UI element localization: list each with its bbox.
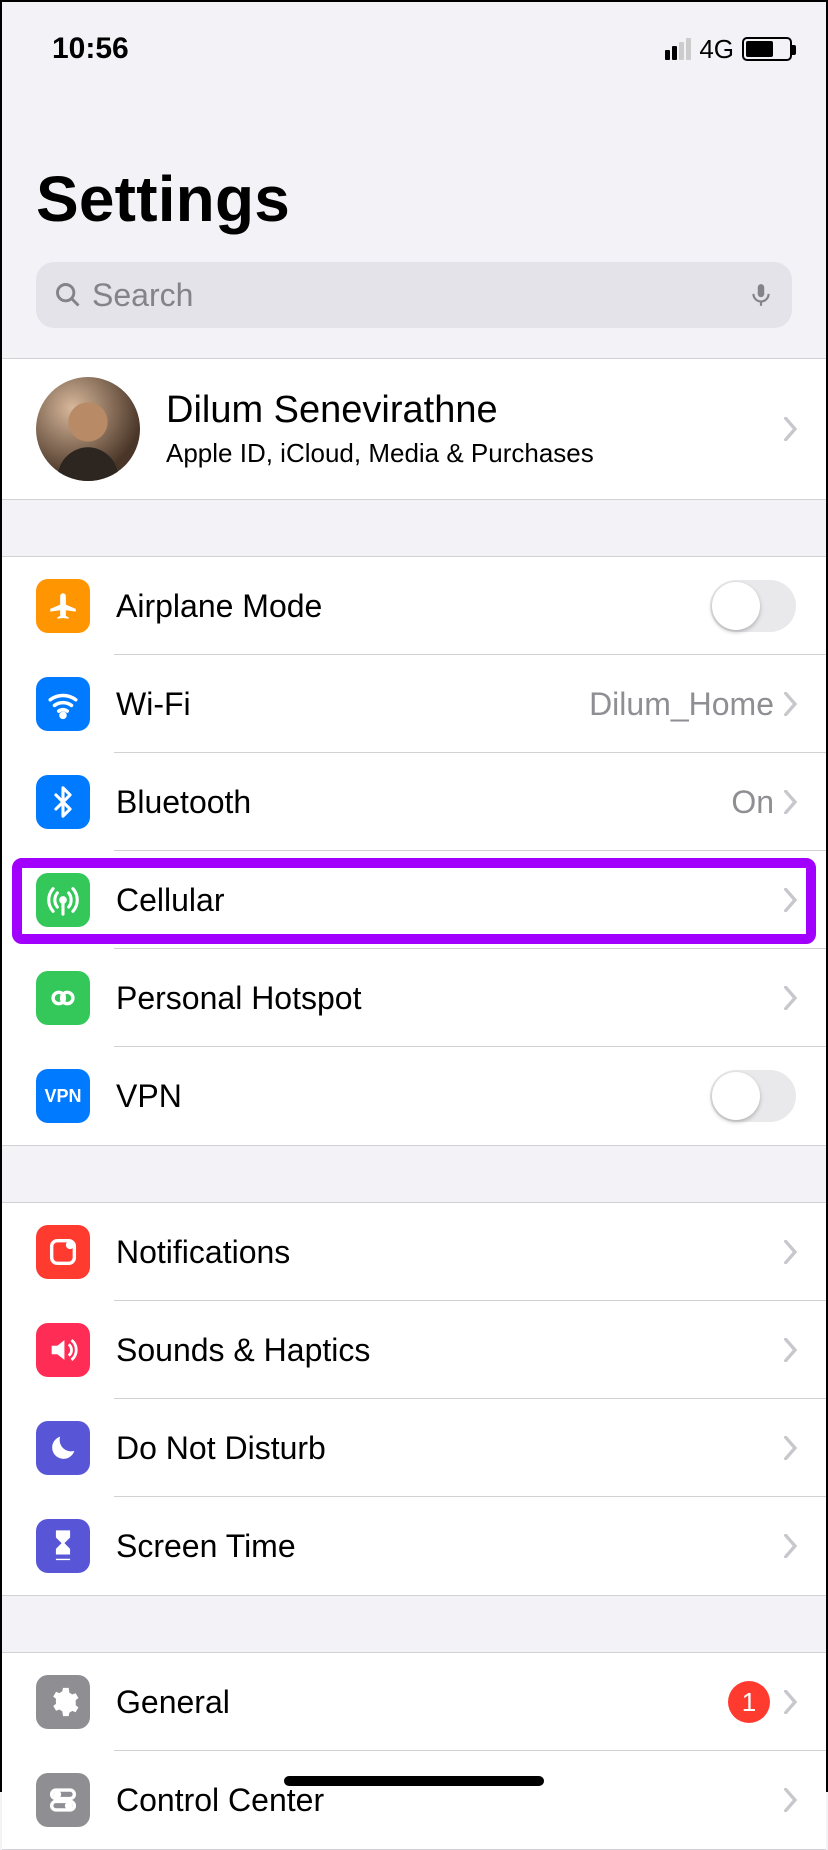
control-center-icon	[36, 1773, 90, 1827]
hourglass-icon	[36, 1519, 90, 1573]
bluetooth-icon	[36, 775, 90, 829]
row-general[interactable]: General 1	[2, 1653, 826, 1751]
status-time: 10:56	[52, 32, 129, 66]
profile-name: Dilum Senevirathne	[166, 389, 784, 432]
row-label: General	[116, 1684, 728, 1721]
search-icon	[54, 281, 82, 309]
row-bluetooth[interactable]: Bluetooth On	[2, 753, 826, 851]
row-label: Control Center	[116, 1782, 784, 1819]
wifi-icon	[36, 677, 90, 731]
airplane-icon	[36, 579, 90, 633]
dictate-icon[interactable]	[748, 282, 774, 308]
row-label: Bluetooth	[116, 784, 731, 821]
airplane-toggle[interactable]	[710, 580, 796, 632]
chevron-right-icon	[784, 1690, 798, 1714]
row-vpn[interactable]: VPN VPN	[2, 1047, 826, 1145]
hotspot-icon	[36, 971, 90, 1025]
battery-icon	[742, 37, 792, 61]
alerts-group: Notifications Sounds & Haptics Do Not Di…	[2, 1202, 826, 1596]
row-do-not-disturb[interactable]: Do Not Disturb	[2, 1399, 826, 1497]
connectivity-group: Airplane Mode Wi-Fi Dilum_Home Bluetooth…	[2, 556, 826, 1146]
vpn-icon-text: VPN	[44, 1086, 81, 1107]
profile-row[interactable]: Dilum Senevirathne Apple ID, iCloud, Med…	[2, 359, 826, 499]
search-placeholder: Search	[92, 277, 193, 314]
chevron-right-icon	[784, 1436, 798, 1460]
row-cellular[interactable]: Cellular	[2, 851, 826, 949]
row-label: Screen Time	[116, 1528, 784, 1565]
notifications-icon	[36, 1225, 90, 1279]
home-indicator[interactable]	[284, 1776, 544, 1786]
row-label: Sounds & Haptics	[116, 1332, 784, 1369]
chevron-right-icon	[784, 790, 798, 814]
row-screen-time[interactable]: Screen Time	[2, 1497, 826, 1595]
chevron-right-icon	[784, 888, 798, 912]
moon-icon	[36, 1421, 90, 1475]
chevron-right-icon	[784, 417, 798, 441]
profile-subtitle: Apple ID, iCloud, Media & Purchases	[166, 438, 784, 469]
vpn-toggle[interactable]	[710, 1070, 796, 1122]
gear-icon	[36, 1675, 90, 1729]
status-bar: 10:56 4G	[2, 2, 826, 82]
row-label: Personal Hotspot	[116, 980, 784, 1017]
chevron-right-icon	[784, 986, 798, 1010]
page-title: Settings	[36, 162, 792, 236]
row-label: Notifications	[116, 1234, 784, 1271]
row-wifi[interactable]: Wi-Fi Dilum_Home	[2, 655, 826, 753]
row-airplane-mode[interactable]: Airplane Mode	[2, 557, 826, 655]
avatar	[36, 377, 140, 481]
chevron-right-icon	[784, 1338, 798, 1362]
network-label: 4G	[699, 34, 734, 65]
chevron-right-icon	[784, 1534, 798, 1558]
search-input[interactable]: Search	[36, 262, 792, 328]
vpn-icon: VPN	[36, 1069, 90, 1123]
cellular-signal-icon	[665, 38, 691, 60]
profile-group: Dilum Senevirathne Apple ID, iCloud, Med…	[2, 358, 826, 500]
chevron-right-icon	[784, 692, 798, 716]
row-notifications[interactable]: Notifications	[2, 1203, 826, 1301]
row-personal-hotspot[interactable]: Personal Hotspot	[2, 949, 826, 1047]
cellular-icon	[36, 873, 90, 927]
row-control-center[interactable]: Control Center	[2, 1751, 826, 1849]
notification-badge: 1	[728, 1681, 770, 1723]
row-label: Wi-Fi	[116, 686, 589, 723]
row-detail: On	[731, 784, 774, 821]
sounds-icon	[36, 1323, 90, 1377]
row-label: Cellular	[116, 882, 784, 919]
general-group: General 1 Control Center	[2, 1652, 826, 1850]
status-right: 4G	[665, 34, 792, 65]
page-header: Settings	[2, 82, 826, 254]
row-sounds[interactable]: Sounds & Haptics	[2, 1301, 826, 1399]
row-label: Airplane Mode	[116, 588, 710, 625]
chevron-right-icon	[784, 1240, 798, 1264]
row-label: VPN	[116, 1078, 710, 1115]
row-detail: Dilum_Home	[589, 686, 774, 723]
row-label: Do Not Disturb	[116, 1430, 784, 1467]
